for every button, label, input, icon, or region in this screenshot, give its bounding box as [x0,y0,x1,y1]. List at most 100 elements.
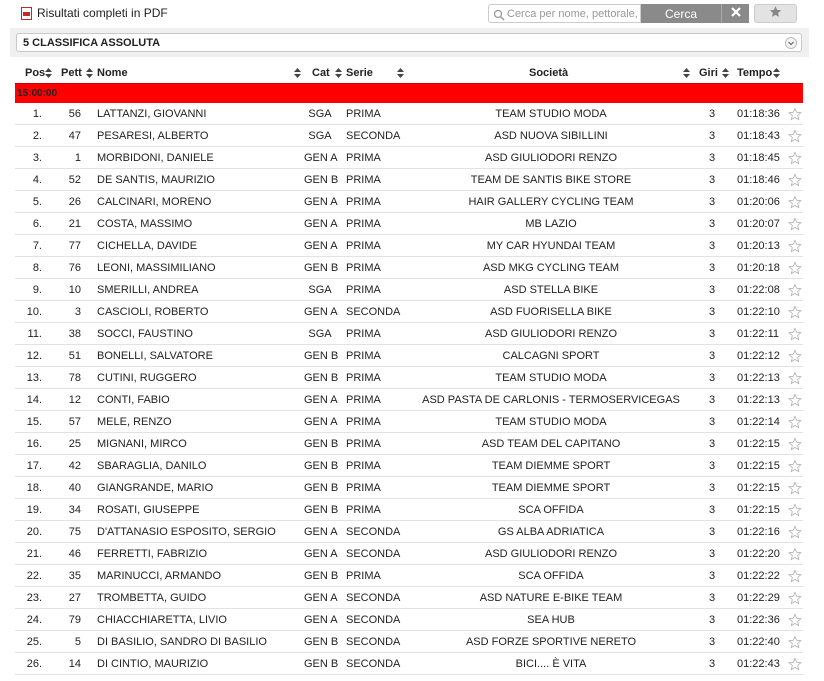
cell-tempo: 01:22:22 [737,570,780,582]
star-icon[interactable] [788,591,802,605]
cell-giri: 3 [708,460,716,472]
cell-pos: 14. [26,394,42,406]
cell-tempo: 01:22:36 [737,614,780,626]
table-row[interactable]: 15. 57 MELE, RENZO GEN A PRIMA TEAM STUDIO MO… [15,411,803,433]
sort-icon[interactable] [397,68,404,78]
table-row[interactable]: 16. 25 MIGNANI, MIRCO GEN B PRIMA ASD TEAM DE… [15,433,803,455]
sort-icon[interactable] [335,68,342,78]
star-icon[interactable] [788,327,802,341]
search-input[interactable] [507,7,639,20]
table-row[interactable]: 8. 76 LEONI, MASSIMILIANO GEN B PRIMA ASD MKG… [15,257,803,279]
star-icon[interactable] [788,371,802,385]
pdf-results-link[interactable]: Risultati completi in PDF [21,6,168,20]
cell-pett: 25 [68,438,81,450]
sort-icon[interactable] [294,68,301,78]
header-giri[interactable]: Giri [699,67,718,79]
search-button[interactable]: Cerca [641,4,721,23]
sort-icon[interactable] [45,68,52,78]
star-icon[interactable] [788,217,802,231]
category-select-panel: 5 CLASSIFICA ASSOLUTA [10,28,809,57]
table-row[interactable]: 12. 51 BONELLI, SALVATORE GEN B PRIMA CALCAGN… [15,345,803,367]
star-icon[interactable] [788,173,802,187]
star-icon[interactable] [788,635,802,649]
header-societa[interactable]: Società [529,67,568,79]
cell-giri: 3 [708,636,716,648]
table-row[interactable]: 19. 34 ROSATI, GIUSEPPE GEN B PRIMA SCA OFFID… [15,499,803,521]
star-icon[interactable] [788,305,802,319]
table-row[interactable]: 24. 79 CHIACCHIARETTA, LIVIO GEN A SECONDA SE… [15,609,803,631]
star-icon[interactable] [788,415,802,429]
table-row[interactable]: 10. 3 CASCIOLI, ROBERTO GEN A SECONDA ASD FUO… [15,301,803,323]
table-row[interactable]: 3. 1 MORBIDONI, DANIELE GEN A PRIMA ASD GIULI… [15,147,803,169]
star-icon[interactable] [788,657,802,671]
star-icon[interactable] [788,195,802,209]
star-icon[interactable] [788,151,802,165]
header-serie[interactable]: Serie [346,67,373,79]
table-row[interactable]: 7. 77 CICHELLA, DAVIDE GEN A PRIMA MY CAR HYU… [15,235,803,257]
star-icon[interactable] [788,129,802,143]
star-icon[interactable] [788,613,802,627]
star-icon[interactable] [788,437,802,451]
star-icon[interactable] [788,481,802,495]
table-row[interactable]: 13. 78 CUTINI, RUGGERO GEN B PRIMA TEAM STUDI… [15,367,803,389]
clear-search-button[interactable] [721,4,749,23]
cell-tempo: 01:22:20 [737,548,780,560]
cell-pos: 12. [26,350,42,362]
category-select[interactable]: 5 CLASSIFICA ASSOLUTA [16,33,802,52]
star-icon[interactable] [788,525,802,539]
table-row[interactable]: 20. 75 D'ATTANASIO ESPOSITO, SERGIO GEN A SE… [15,521,803,543]
star-icon[interactable] [788,261,802,275]
table-row[interactable]: 26. 14 DI CINTIO, MAURIZIO GEN B SECONDA BICI… [15,653,803,675]
cell-societa: BICI.... È VITA [515,658,587,670]
header-pos[interactable]: Pos [25,67,45,79]
cell-pett: 75 [68,526,81,538]
sort-icon[interactable] [773,68,780,78]
header-pett[interactable]: Pett [61,67,82,79]
cell-giri: 3 [708,592,716,604]
table-row[interactable]: 1. 56 LATTANZI, GIOVANNI SGA PRIMA TEAM STUDI… [15,103,803,125]
sort-icon[interactable] [683,68,690,78]
table-row[interactable]: 6. 21 COSTA, MASSIMO GEN A PRIMA MB LAZIO 3 01:… [15,213,803,235]
star-icon[interactable] [788,283,802,297]
table-row[interactable]: 2. 47 PESARESI, ALBERTO SGA SECONDA ASD NUOVA… [15,125,803,147]
table-row[interactable]: 4. 52 DE SANTIS, MAURIZIO GEN B PRIMA TEAM DE… [15,169,803,191]
sort-icon[interactable] [86,68,93,78]
table-row[interactable]: 17. 42 SBARAGLIA, DANILO GEN B PRIMA TEAM DIE… [15,455,803,477]
sort-icon[interactable] [722,68,729,78]
cell-cat: GEN A [304,548,338,560]
table-row[interactable]: 9. 10 SMERILLI, ANDREA SGA PRIMA ASD STELLA B… [15,279,803,301]
cell-societa: ASD GIULIODORI RENZO [484,152,618,164]
cell-giri: 3 [708,658,716,670]
star-icon[interactable] [788,239,802,253]
star-icon[interactable] [788,569,802,583]
table-row[interactable]: 18. 40 GIANGRANDE, MARIO GEN B PRIMA TEAM DIE… [15,477,803,499]
cell-societa: ASD STELLA BIKE [503,284,599,296]
star-icon[interactable] [788,107,802,121]
table-row[interactable]: 23. 27 TROMBETTA, GUIDO GEN A SECONDA ASD NAT… [15,587,803,609]
table-row[interactable]: 14. 12 CONTI, FABIO GEN A PRIMA ASD PASTA DE … [15,389,803,411]
cell-serie: PRIMA [346,460,381,472]
star-icon[interactable] [788,503,802,517]
cell-societa: TEAM DIEMME SPORT [491,460,611,472]
table-row[interactable]: 21. 46 FERRETTI, FABRIZIO GEN A SECONDA ASD G… [15,543,803,565]
cell-nome: ROSATI, GIUSEPPE [97,504,200,516]
cell-tempo: 01:20:07 [737,218,780,230]
cell-pett: 77 [68,240,81,252]
cell-pett: 46 [68,548,81,560]
table-row[interactable]: 11. 38 SOCCI, FAUSTINO SGA PRIMA ASD GIULIODO… [15,323,803,345]
header-cat[interactable]: Cat [312,67,330,79]
category-select-value: 5 CLASSIFICA ASSOLUTA [23,36,161,49]
favorites-button[interactable] [754,4,797,23]
header-tempo[interactable]: Tempo [737,67,772,79]
star-icon[interactable] [788,393,802,407]
cell-societa: ASD NUOVA SIBILLINI [494,130,608,142]
cell-cat: GEN B [304,482,339,494]
table-row[interactable]: 5. 26 CALCINARI, MORENO GEN A PRIMA HAIR GALL… [15,191,803,213]
star-icon[interactable] [788,459,802,473]
table-row[interactable]: 22. 35 MARINUCCI, ARMANDO GEN B PRIMA SCA OFF… [15,565,803,587]
cell-tempo: 01:20:13 [737,240,780,252]
star-icon[interactable] [788,349,802,363]
header-nome[interactable]: Nome [97,67,128,79]
table-row[interactable]: 25. 5 DI BASILIO, SANDRO DI BASILIO GEN B SE… [15,631,803,653]
star-icon[interactable] [788,547,802,561]
